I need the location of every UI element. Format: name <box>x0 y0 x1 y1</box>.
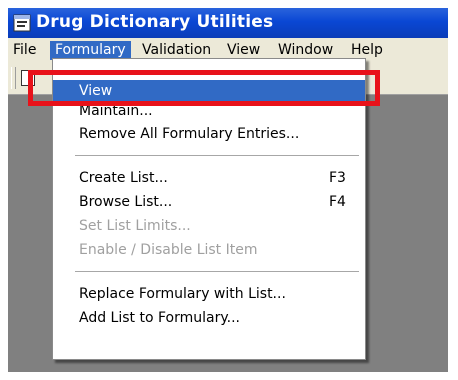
menu-separator <box>75 271 359 272</box>
menu-item-label: Replace Formulary with List... <box>79 286 286 302</box>
menu-item-view[interactable]: View <box>53 80 365 102</box>
menu-item-label: View <box>79 83 113 99</box>
menu-item-label: Set List Limits... <box>79 218 191 234</box>
title-bar: Drug Dictionary Utilities <box>8 8 448 38</box>
menu-item-label: Enable / Disable List Item <box>79 242 258 258</box>
formulary-dropdown-menu: View Maintain... Remove All Formulary En… <box>52 58 366 360</box>
menu-item-add-list[interactable]: Add List to Formulary... <box>53 307 365 329</box>
menu-item-label: Add List to Formulary... <box>79 310 240 326</box>
new-document-icon[interactable] <box>21 70 35 86</box>
menu-item-label: Remove All Formulary Entries... <box>79 126 300 142</box>
menu-item-create-list[interactable]: Create List... F3 <box>53 167 365 189</box>
app-icon <box>13 14 31 32</box>
menu-item-browse-list[interactable]: Browse List... F4 <box>53 191 365 213</box>
menu-item-shortcut: F4 <box>329 194 346 210</box>
window-title: Drug Dictionary Utilities <box>36 12 274 32</box>
menu-item-replace-formulary[interactable]: Replace Formulary with List... <box>53 283 365 305</box>
menu-item-shortcut: F3 <box>329 170 346 186</box>
menu-item-set-list-limits: Set List Limits... <box>53 215 365 237</box>
app-window: Drug Dictionary Utilities File Formulary… <box>8 8 448 372</box>
menu-item-enable-disable: Enable / Disable List Item <box>53 239 365 261</box>
menu-item-remove-all[interactable]: Remove All Formulary Entries... <box>53 123 365 145</box>
menu-file[interactable]: File <box>8 41 41 60</box>
menu-item-label: Create List... <box>79 170 168 186</box>
menu-separator <box>75 155 359 156</box>
menu-item-label: Browse List... <box>79 194 173 210</box>
menu-item-label: Maintain... <box>79 103 153 119</box>
menu-item-maintain[interactable]: Maintain... <box>53 100 365 122</box>
toolbar-grip[interactable] <box>11 67 16 89</box>
